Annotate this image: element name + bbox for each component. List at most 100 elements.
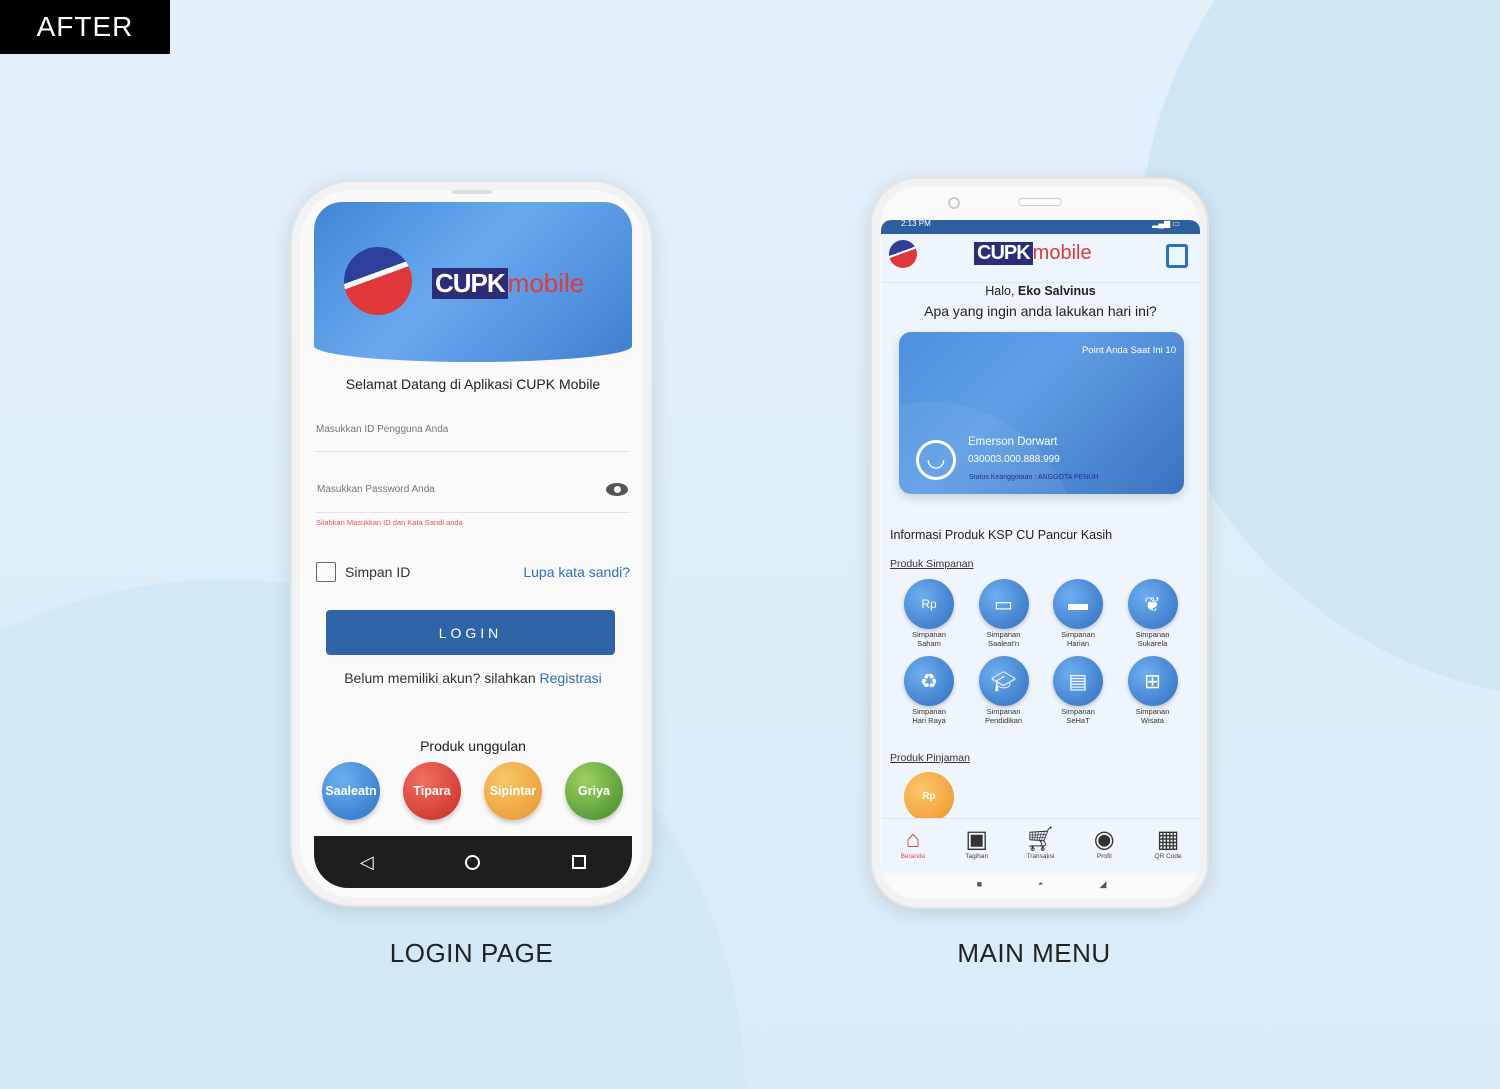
eye-icon[interactable] <box>606 483 628 496</box>
product-label: Simpanan Sukarela <box>1118 630 1188 648</box>
android-nav-bar: ◁ <box>314 836 632 888</box>
home-icon: ⌂ <box>905 826 921 853</box>
product-label: Simpanan Hari Raya <box>894 707 964 725</box>
profile-icon: ◉ <box>1093 826 1115 853</box>
qr-code-icon: ▦ <box>1156 826 1180 853</box>
product-label-line: Simpanan <box>1135 630 1170 639</box>
product-label-line: Hari Raya <box>912 716 946 725</box>
android-nav-bar: ■ ◓ ◢ <box>872 879 1211 890</box>
savings-product[interactable]: ❦ Simpanan Sukarela <box>1127 579 1178 648</box>
after-badge: AFTER <box>0 0 170 54</box>
savings-product[interactable]: ⊞ Simpanan Wisata <box>1127 656 1178 725</box>
speaker <box>452 190 492 194</box>
product-label-line: Simpanan <box>986 707 1021 716</box>
nav-label: QR Code <box>1154 853 1182 860</box>
gift-icon: ⊞ <box>1127 656 1178 706</box>
info-title: Informasi Produk KSP CU Pancur Kasih <box>890 528 1113 542</box>
cash-icon: ▭ <box>978 579 1029 629</box>
product-label-line: Saham <box>917 639 941 648</box>
forgot-password-link[interactable]: Lupa kata sandi? <box>523 564 630 580</box>
logo-mobile-text: mobile <box>507 268 585 298</box>
logout-icon[interactable] <box>1166 244 1188 268</box>
nav-beranda[interactable]: ⌂ Beranda <box>888 819 938 873</box>
nav-transaksi[interactable]: 🛒︎ Transaksi <box>1015 819 1065 873</box>
product-label-line: SeHaT <box>1066 716 1090 725</box>
recents-icon[interactable]: ■ <box>977 879 982 890</box>
main-caption: MAIN MENU <box>957 938 1111 968</box>
featured-saaleatn[interactable]: Saaleatn <box>322 762 380 820</box>
product-label-line: Simpanan <box>1061 707 1095 716</box>
nav-label: Tagihan <box>965 853 989 860</box>
remember-label: Simpan ID <box>345 564 411 580</box>
savings-title: Produk Simpanan <box>890 558 974 570</box>
product-label: Simpanan Harian <box>1043 630 1113 648</box>
main-screen: 2:13 PM ▂▄▆ ▭ CUPK mobile Halo, Eko Salvin… <box>881 220 1200 873</box>
back-icon[interactable]: ◢ <box>1099 879 1106 890</box>
user-id-placeholder: Masukkan ID Pengguna Anda <box>316 424 449 435</box>
bill-icon: ▣ <box>965 826 989 853</box>
product-label-line: Sukarela <box>1137 639 1168 648</box>
featured-griya[interactable]: Griya <box>565 762 623 820</box>
product-label-line: Pendidikan <box>984 716 1023 725</box>
back-icon[interactable]: ◁ <box>360 852 374 873</box>
savings-product[interactable]: 🎓︎ Simpanan Pendidikan <box>978 656 1029 725</box>
loan-product-icon[interactable]: Rp <box>904 772 954 822</box>
remember-checkbox[interactable] <box>316 562 336 582</box>
member-number: 030003.000.888.999 <box>968 454 1060 465</box>
product-label-line: Simpanan <box>1061 630 1095 639</box>
savings-product[interactable]: ▬ Simpanan Harian <box>1053 579 1103 648</box>
login-header: CUPK mobile <box>314 202 632 362</box>
savings-product[interactable]: ▭ Simpanan Saaleat'n <box>978 579 1029 648</box>
featured-sipintar[interactable]: Sipintar <box>484 762 542 820</box>
welcome-text: Selamat Datang di Aplikasi CUPK Mobile <box>345 376 601 392</box>
product-label-line: Wisata <box>1141 716 1164 725</box>
nav-qr-code[interactable]: ▦ QR Code <box>1143 819 1193 873</box>
featured-tipara[interactable]: Tipara <box>403 762 461 820</box>
camera <box>948 197 960 209</box>
login-caption: LOGIN PAGE <box>389 938 554 968</box>
product-label-line: Simpanan <box>1135 707 1170 716</box>
password-input[interactable]: Masukkan Password Anda <box>316 483 630 513</box>
member-card[interactable]: Point Anda Saat Ini 10 ◡ Emerson Dorwart… <box>899 332 1184 494</box>
savings-product[interactable]: ▤ Simpanan SeHaT <box>1053 656 1103 725</box>
cupk-emblem-icon <box>889 240 917 268</box>
eye-pupil <box>611 484 623 495</box>
register-link[interactable]: Registrasi <box>540 670 602 686</box>
featured-title: Produk unggulan <box>420 738 526 754</box>
app-logo: CUPK mobile <box>974 242 1092 265</box>
speaker <box>1018 198 1062 206</box>
signal-icon: ▂▄▆ ▭ <box>1152 220 1180 228</box>
wallet-icon: ▬ <box>1053 579 1103 629</box>
product-label: Simpanan Saaleat'n <box>969 630 1039 648</box>
recents-icon[interactable] <box>572 855 587 869</box>
product-label-line: Simpanan <box>912 707 946 716</box>
nav-label: Beranda <box>900 853 926 860</box>
logo-mobile-text: mobile <box>1032 242 1092 264</box>
member-name: Emerson Dorwart <box>968 436 1058 448</box>
smiley-icon: ◡ <box>916 440 956 480</box>
nav-label: Profil <box>1096 853 1112 860</box>
home-button-icon[interactable] <box>465 854 481 870</box>
membership-status: Status Keanggotaan : ANGGOTA PENUH <box>969 474 1099 481</box>
greeting-prefix: Halo, <box>985 284 1015 298</box>
leaf-money-icon: ♻ <box>904 656 954 706</box>
user-id-input[interactable]: Masukkan ID Pengguna Anda <box>316 424 630 452</box>
product-label: Simpanan SeHaT <box>1043 707 1113 725</box>
hands-money-icon: Rp <box>904 579 954 629</box>
product-label-line: Simpanan <box>986 630 1021 639</box>
nav-tagihan[interactable]: ▣ Tagihan <box>952 819 1002 873</box>
login-phone: CUPK mobile Selamat Datang di Aplikasi CU… <box>290 180 653 907</box>
logo-box-text: CUPK <box>974 242 1033 265</box>
error-message: Silahkan Masukkan ID dan Kata Sandi anda <box>316 518 463 527</box>
product-label: Simpanan Wisata <box>1118 707 1188 725</box>
main-phone: 2:13 PM ▂▄▆ ▭ CUPK mobile Halo, Eko Salvin… <box>870 177 1209 909</box>
savings-product[interactable]: ♻ Simpanan Hari Raya <box>904 656 954 725</box>
savings-product[interactable]: Rp Simpanan Saham <box>904 579 954 648</box>
logo-box-text: CUPK <box>432 268 508 299</box>
register-prompt-text: Belum memiliki akun? silahkan <box>344 670 536 686</box>
home-button-icon[interactable]: ◓ <box>1038 879 1043 890</box>
status-time: 2:13 PM <box>901 220 931 228</box>
login-button[interactable]: LOGIN <box>326 610 615 655</box>
nav-profil[interactable]: ◉ Profil <box>1079 819 1129 873</box>
greeting: Halo, Eko Salvinus <box>881 284 1200 298</box>
